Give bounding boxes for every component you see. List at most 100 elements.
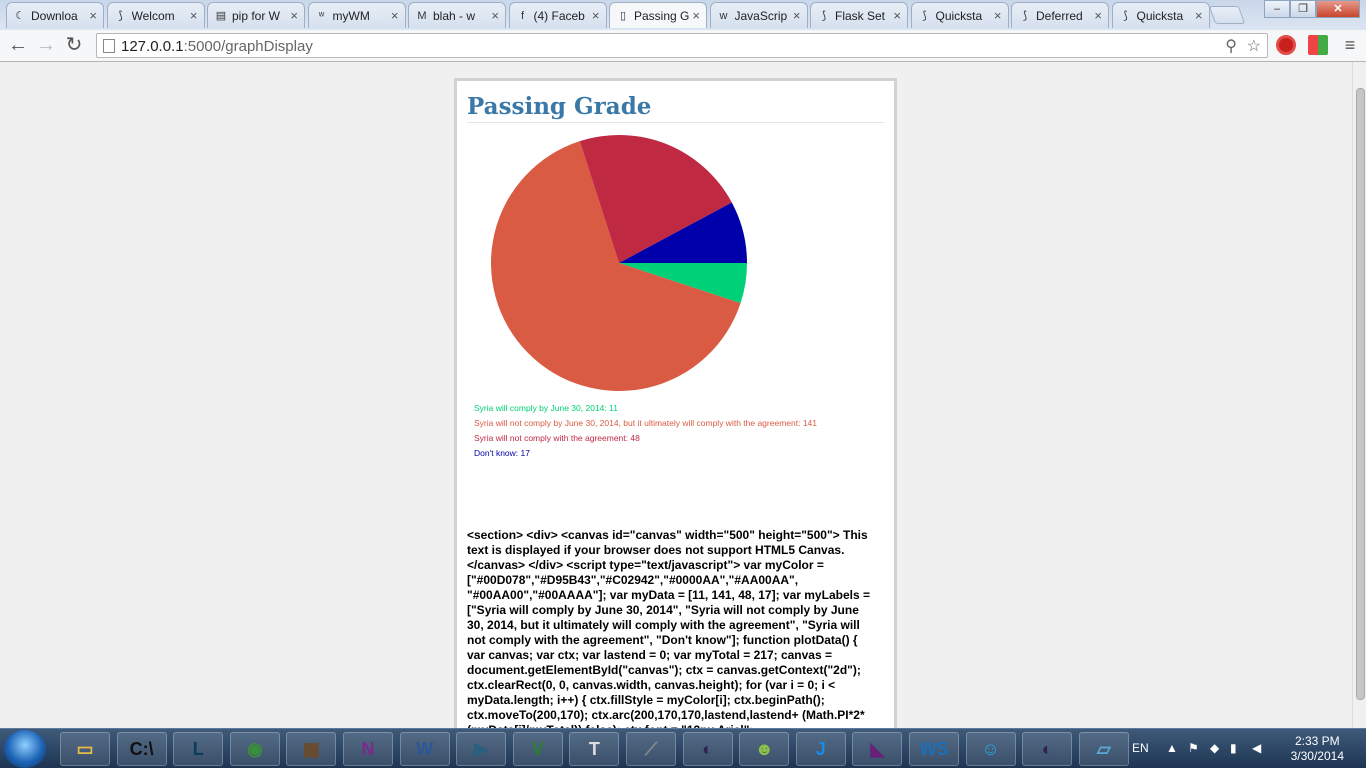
close-icon[interactable]: × <box>692 8 700 23</box>
taskbar-eclipse-icon[interactable]: ◐ <box>682 732 733 766</box>
dropbox-icon[interactable]: ◆ <box>1210 741 1219 755</box>
taskbar-app-icon[interactable]: ☺ <box>965 732 1016 766</box>
scrollbar-thumb[interactable] <box>1356 88 1365 700</box>
taskbar-onenote-icon[interactable]: N <box>343 732 393 766</box>
new-tab-button[interactable] <box>1208 6 1246 24</box>
network-icon[interactable]: ▮ <box>1230 741 1237 755</box>
taskbar-vim-icon[interactable]: V <box>512 732 563 766</box>
clock-date: 3/30/2014 <box>1290 749 1344 763</box>
close-icon[interactable]: × <box>592 8 600 23</box>
tab-label: blah - w <box>433 9 476 23</box>
pie-chart <box>491 135 747 391</box>
browser-toolbar: ← → ↻ 127.0.0.1:5000/graphDisplay ⚲ ☆ ≡ <box>0 30 1366 62</box>
page-icon <box>103 39 115 53</box>
legend-entry: Syria will comply by June 30, 2014: 11 <box>474 403 618 413</box>
page-title: Passing Grade <box>467 93 884 123</box>
tab-8[interactable]: ⟆ Flask Set × <box>810 2 908 28</box>
close-icon[interactable]: × <box>893 8 901 23</box>
close-icon[interactable]: × <box>1195 8 1203 23</box>
tab-label: myWM <box>332 9 370 23</box>
legend-entry: Syria will not comply by June 30, 2014, … <box>474 418 817 428</box>
close-icon[interactable]: × <box>290 8 298 23</box>
tab-11[interactable]: ⟆ Quicksta × <box>1111 2 1210 28</box>
legend-entry: Syria will not comply with the agreement… <box>474 433 640 443</box>
taskbar-mysql-workbench-icon[interactable]: ▶ <box>456 732 507 766</box>
tab-strip: ☾ Downloa × ⟆ Welcom × ▤ pip for W × ʷ myWM × Mblah … <box>0 0 1366 30</box>
close-icon[interactable]: × <box>994 8 1002 23</box>
tab-4[interactable]: Mblah - w × <box>408 2 506 28</box>
reload-icon[interactable]: ↻ <box>62 34 86 58</box>
close-icon[interactable]: × <box>391 8 399 23</box>
tab-label: (4) Faceb <box>533 9 585 23</box>
vertical-scrollbar[interactable] <box>1352 62 1366 728</box>
forward-arrow-icon[interactable]: → <box>34 34 58 58</box>
tab-label: Flask Set <box>835 9 886 23</box>
tab-10[interactable]: ⟆ Deferred × <box>1011 2 1109 28</box>
taskbar-league-of-legends-icon[interactable]: L <box>173 732 224 766</box>
content-panel: Passing Grade Syria will comply by June … <box>454 78 897 728</box>
tab-label: pip for W <box>232 9 281 23</box>
taskbar-explorer-icon[interactable]: ▭ <box>60 732 110 766</box>
search-icon[interactable]: ⚲ <box>1225 36 1237 56</box>
tab-6[interactable]: ▯ Passing G × <box>609 2 707 28</box>
close-icon[interactable]: × <box>491 8 499 23</box>
flag-icon[interactable]: ⚑ <box>1188 741 1199 755</box>
taskbar-minecraft-icon[interactable]: ▦ <box>286 732 337 766</box>
tab-7[interactable]: w JavaScrip × <box>709 2 808 28</box>
clock-time: 2:33 PM <box>1294 734 1340 748</box>
flask-icon: ⟆ <box>821 10 827 22</box>
taskbar-android-sdk-icon[interactable]: ☻ <box>739 732 790 766</box>
taskbar-word-icon[interactable]: W <box>399 732 450 766</box>
tab-label: Welcom <box>131 9 175 23</box>
chart-legend: Syria will comply by June 30, 2014: 11 Sy… <box>474 401 817 461</box>
tab-0[interactable]: ☾ Downloa × <box>6 2 104 28</box>
stop-extension-icon[interactable] <box>1276 35 1296 55</box>
tab-label: JavaScrip <box>734 9 788 23</box>
flask-icon: ⟆ <box>1123 10 1128 22</box>
facebook-icon: f <box>520 10 525 22</box>
taskbar-cmd-icon[interactable]: C:\ <box>116 732 167 766</box>
back-arrow-icon[interactable]: ← <box>6 34 30 58</box>
tab-label: Passing G <box>634 9 690 23</box>
flask-icon: ⟆ <box>922 10 927 22</box>
taskbar-jetbrains-icon[interactable]: J <box>795 732 846 766</box>
close-window-button[interactable]: ✕ <box>1316 0 1360 18</box>
wm-icon: ʷ <box>318 10 325 22</box>
window-controls: – ❐ ✕ <box>1264 0 1360 18</box>
page-viewport: Passing Grade Syria will comply by June … <box>0 62 1352 728</box>
close-icon[interactable]: × <box>793 8 801 23</box>
close-icon[interactable]: × <box>1094 8 1102 23</box>
page-icon: ▯ <box>619 10 627 22</box>
taskbar-visual-studio-icon[interactable]: ◣ <box>852 732 903 766</box>
close-icon[interactable]: × <box>89 8 97 23</box>
tab-1[interactable]: ⟆ Welcom × <box>106 2 205 28</box>
volume-icon[interactable]: ◀ <box>1252 741 1261 755</box>
taskbar-texnic-icon[interactable]: T <box>569 732 620 766</box>
star-icon[interactable]: ☆ <box>1247 36 1261 56</box>
source-code-text: <section> <div> <canvas id="canvas" widt… <box>467 528 870 728</box>
tab-2[interactable]: ▤ pip for W × <box>207 2 305 28</box>
flask-icon: ⟆ <box>1022 10 1028 22</box>
taskbar-webstorm-icon[interactable]: WS <box>909 732 959 766</box>
flask-icon: ⟆ <box>118 10 123 22</box>
tab-3[interactable]: ʷ myWM × <box>307 2 406 28</box>
tab-9[interactable]: ⟆ Quicksta × <box>910 2 1009 28</box>
language-indicator[interactable]: EN <box>1132 741 1149 755</box>
tab-5[interactable]: f (4) Faceb × <box>508 2 607 28</box>
tab-label: Quicksta <box>935 9 983 23</box>
taskbar-feather-icon[interactable]: ⟋ <box>626 732 676 766</box>
w3-icon: w <box>719 10 728 22</box>
close-icon[interactable]: × <box>190 8 198 23</box>
maximize-button[interactable]: ❐ <box>1290 0 1316 18</box>
start-button[interactable] <box>4 730 46 768</box>
clock[interactable]: 2:33 PM 3/30/2014 <box>1291 734 1344 764</box>
minimize-button[interactable]: – <box>1264 0 1290 18</box>
address-bar[interactable]: 127.0.0.1:5000/graphDisplay ⚲ ☆ <box>96 33 1268 58</box>
legend-entry: Don't know: 17 <box>474 448 530 458</box>
extension-icon[interactable] <box>1308 35 1328 55</box>
tab-label: Deferred <box>1036 9 1083 23</box>
show-hidden-icons-icon[interactable]: ▲ <box>1166 741 1178 755</box>
menu-icon[interactable]: ≡ <box>1338 34 1362 58</box>
taskbar-eclipse-2-icon[interactable]: ◐ <box>1022 732 1073 766</box>
taskbar-chrome-icon[interactable]: ◉ <box>229 732 280 766</box>
